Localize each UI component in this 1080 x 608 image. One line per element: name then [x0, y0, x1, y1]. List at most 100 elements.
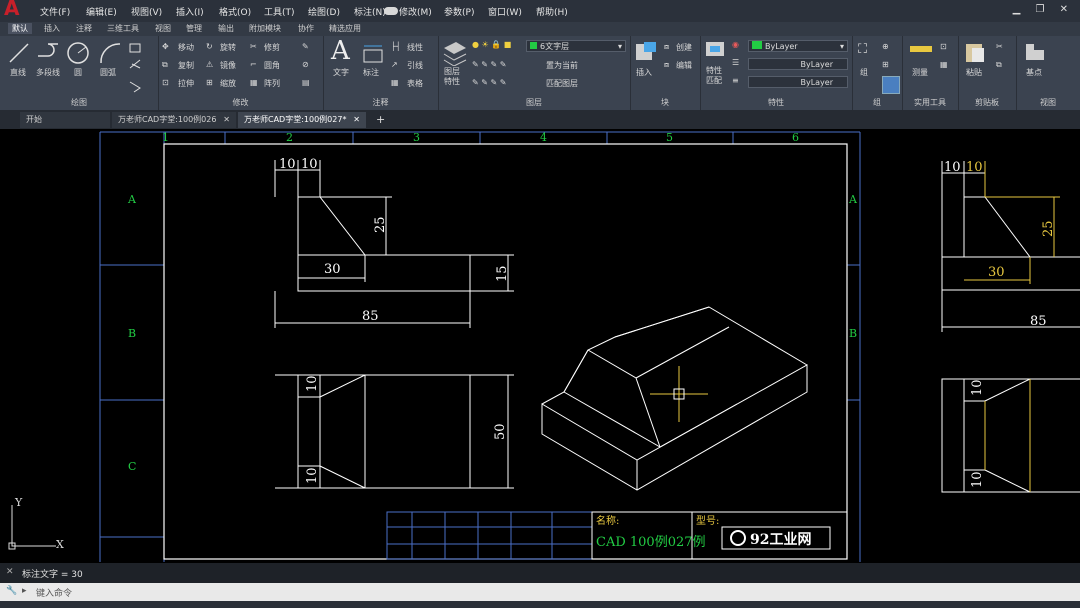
arc-icon[interactable]: [98, 41, 122, 65]
tab-insert[interactable]: 插入: [44, 23, 60, 34]
copy-icon[interactable]: ⧉: [162, 60, 168, 70]
menu-draw[interactable]: 绘图(D): [308, 5, 340, 18]
block-panel-title[interactable]: 块: [630, 97, 700, 108]
create-block-icon[interactable]: ⧈: [664, 42, 669, 52]
layers-panel-title[interactable]: 图层: [438, 97, 630, 108]
drawing-svg[interactable]: 1 2 3 4 5 6 A B C A B 10 10 25 30 15 85 …: [0, 129, 1080, 563]
mirror-label[interactable]: 镜像: [220, 60, 236, 71]
tab-view[interactable]: 视图: [155, 23, 171, 34]
command-prompt-icon[interactable]: ▸: [22, 586, 27, 596]
text-icon[interactable]: A: [331, 36, 350, 66]
move-label[interactable]: 移动: [178, 42, 194, 53]
menu-file[interactable]: 文件(F): [40, 5, 70, 18]
menu-dimension[interactable]: 标注(N): [354, 5, 386, 18]
properties-panel-title[interactable]: 特性: [700, 97, 852, 108]
polyline-icon[interactable]: [36, 42, 60, 64]
rotate-label[interactable]: 旋转: [220, 42, 236, 53]
command-input[interactable]: 键入命令: [36, 586, 72, 599]
tab-featured-apps[interactable]: 精选应用: [329, 23, 361, 34]
clipboard-panel-title[interactable]: 剪贴板: [958, 97, 1016, 108]
workspace-toggle-icon[interactable]: [384, 7, 398, 15]
linear-label[interactable]: 线性: [407, 42, 423, 53]
menu-modify[interactable]: 修改(M): [399, 5, 432, 18]
layer-tools-row1[interactable]: ✎ ✎ ✎ ✎: [472, 60, 506, 69]
modify-panel-title[interactable]: 修改: [158, 97, 323, 108]
drawing-canvas[interactable]: 1 2 3 4 5 6 A B C A B 10 10 25 30 15 85 …: [0, 129, 1080, 563]
draw-panel-title[interactable]: 绘图: [0, 97, 158, 108]
lineweight-dropdown[interactable]: ByLayer: [748, 76, 848, 88]
dimension-icon[interactable]: [361, 42, 385, 64]
base-view-icon[interactable]: [1024, 42, 1046, 62]
make-current-label[interactable]: 置为当前: [546, 60, 578, 71]
trim-icon[interactable]: ✂: [250, 42, 257, 51]
wrench-icon[interactable]: 🔧: [6, 586, 17, 596]
annotation-panel-title[interactable]: 注释: [323, 97, 438, 108]
tab-default[interactable]: 默认: [8, 23, 32, 34]
close-icon[interactable]: ✕: [6, 567, 14, 577]
layer-dropdown[interactable]: 6文字层 ▾: [526, 40, 626, 52]
color-wheel-icon[interactable]: ◉: [732, 40, 739, 49]
leader-label[interactable]: 引线: [407, 60, 423, 71]
app-logo-icon[interactable]: A: [0, 0, 34, 22]
match-layer-label[interactable]: 匹配图层: [546, 78, 578, 89]
array-label[interactable]: 阵列: [264, 78, 280, 89]
tab-manage[interactable]: 管理: [186, 23, 202, 34]
menu-parametric[interactable]: 参数(P): [444, 5, 474, 18]
layer-properties-icon[interactable]: [442, 40, 468, 66]
group-icon[interactable]: ⛶: [858, 42, 867, 57]
group-tools-icons[interactable]: ⊕ ⊞: [882, 42, 889, 69]
fillet-icon[interactable]: ⌐: [250, 60, 257, 69]
table-label[interactable]: 表格: [407, 78, 423, 89]
scale-label[interactable]: 缩放: [220, 78, 236, 89]
trim-label[interactable]: 修剪: [264, 42, 280, 53]
menu-insert[interactable]: 插入(I): [176, 5, 204, 18]
mirror-icon[interactable]: ⚠: [206, 60, 213, 69]
stretch-icon[interactable]: ⊡: [162, 78, 169, 87]
command-line[interactable]: 🔧 ▸ 键入命令: [0, 583, 1080, 601]
close-icon[interactable]: ✕: [223, 112, 230, 128]
linear-icon[interactable]: ├┤: [391, 42, 401, 51]
line-icon[interactable]: [8, 42, 30, 64]
menu-format[interactable]: 格式(O): [219, 5, 251, 18]
move-icon[interactable]: ✥: [162, 42, 169, 51]
clipboard-tools-icons[interactable]: ✂ ⧉: [996, 42, 1003, 70]
create-block-label[interactable]: 创建: [676, 42, 692, 53]
stretch-label[interactable]: 拉伸: [178, 78, 194, 89]
measure-icon[interactable]: [910, 46, 932, 52]
tab-collaborate[interactable]: 协作: [298, 23, 314, 34]
menu-view[interactable]: 视图(V): [131, 5, 162, 18]
edit-block-label[interactable]: 编辑: [676, 60, 692, 71]
layer-state-icons[interactable]: ● ☀ 🔒 ■: [472, 40, 511, 49]
insert-block-icon[interactable]: [634, 40, 658, 64]
menu-tools[interactable]: 工具(T): [264, 5, 295, 18]
new-tab-plus-icon[interactable]: +: [376, 113, 385, 126]
match-properties-icon[interactable]: [704, 40, 728, 64]
doc-tab-027[interactable]: 万老师CAD字堂:100例027* ✕: [238, 112, 366, 128]
menu-window[interactable]: 窗口(W): [488, 5, 522, 18]
utility-tools-icons[interactable]: ⊡ ▦: [940, 42, 948, 69]
tab-output[interactable]: 输出: [218, 23, 234, 34]
color-dropdown[interactable]: ByLayer ▾: [748, 40, 848, 52]
utilities-panel-title[interactable]: 实用工具: [902, 97, 958, 108]
rotate-icon[interactable]: ↻: [206, 42, 213, 51]
group-select-icon[interactable]: [882, 76, 900, 94]
lineweight-icon[interactable]: ≡: [732, 76, 739, 85]
groups-panel-title[interactable]: 组: [852, 97, 902, 108]
menu-edit[interactable]: 编辑(E): [86, 5, 117, 18]
tab-start[interactable]: 开始: [20, 112, 110, 128]
scale-icon[interactable]: ⊞: [206, 78, 213, 87]
array-icon[interactable]: ▦: [250, 78, 258, 87]
layer-tools-row2[interactable]: ✎ ✎ ✎ ✎: [472, 78, 506, 87]
leader-icon[interactable]: ↗: [391, 60, 398, 69]
copy-label[interactable]: 复制: [178, 60, 194, 71]
tab-3d-tools[interactable]: 三维工具: [107, 23, 139, 34]
tab-annotate[interactable]: 注释: [76, 23, 92, 34]
doc-tab-026[interactable]: 万老师CAD字堂:100例026 ✕: [112, 112, 236, 128]
draw-extra-icons[interactable]: [128, 42, 150, 96]
paste-icon[interactable]: [964, 40, 986, 64]
table-icon[interactable]: ▦: [391, 78, 399, 87]
fillet-label[interactable]: 圆角: [264, 60, 280, 71]
linetype-dropdown[interactable]: ByLayer: [748, 58, 848, 70]
tab-addins[interactable]: 附加模块: [249, 23, 281, 34]
menu-help[interactable]: 帮助(H): [536, 5, 568, 18]
